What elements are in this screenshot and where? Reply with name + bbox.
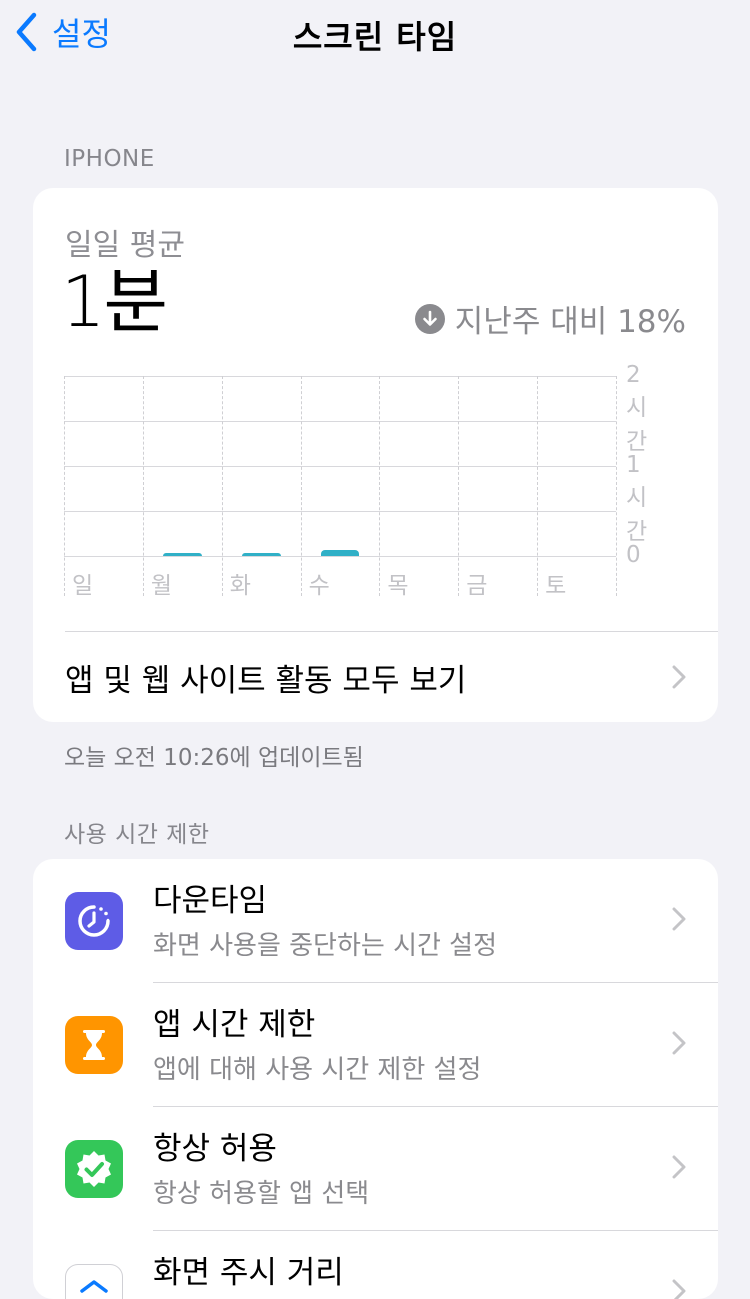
always-allowed-subtitle: 항상 허용할 앱 선택 (153, 1179, 370, 1209)
chart-gridline (64, 511, 616, 512)
chart-bar (320, 549, 360, 556)
comparison-text: 지난주 대비 18% (454, 304, 686, 340)
show-all-activity-label: 앱 및 웹 사이트 활동 모두 보기 (65, 662, 467, 699)
always-allowed-title: 항상 허용 (153, 1131, 277, 1167)
app-limits-subtitle: 앱에 대해 사용 시간 제한 설정 (153, 1055, 482, 1085)
chart-gridline (64, 556, 616, 557)
weekly-comparison: 지난주 대비 18% (414, 296, 686, 341)
always-allowed-row[interactable]: 항상 허용 항상 허용할 앱 선택 (33, 1107, 718, 1231)
chart-gridline (64, 421, 616, 422)
chart-column-line (300, 376, 302, 596)
x-tick-label: 토 (545, 573, 567, 599)
hourglass-icon (65, 1016, 123, 1074)
chart-column-line (142, 376, 144, 596)
chart-gridline (64, 466, 616, 467)
chart-gridline (64, 376, 616, 377)
app-limits-title: 앱 시간 제한 (153, 1007, 316, 1043)
chart-column-line (221, 376, 223, 596)
chevron-right-icon (672, 665, 686, 689)
x-tick-label: 화 (229, 573, 251, 599)
y-tick-label: 2시간 (626, 362, 648, 455)
downtime-icon (65, 892, 123, 950)
x-tick-label: 월 (150, 573, 173, 599)
screen-distance-icon (65, 1264, 123, 1299)
daily-average-value: 1분 (61, 261, 168, 343)
last-updated-text: 오늘 오전 10:26에 업데이트됨 (64, 745, 364, 771)
x-tick-label: 목 (387, 573, 409, 599)
navigation-bar: 설정 스크린 타임 (0, 0, 750, 64)
screen-distance-row[interactable]: 화면 주시 거리 (33, 1231, 718, 1299)
downtime-title: 다운타임 (153, 883, 268, 919)
y-tick-label: 1시간 (626, 452, 648, 545)
chart-column-line (537, 376, 539, 596)
x-tick-label: 일 (72, 573, 94, 599)
chart-column-line (616, 376, 617, 596)
checkmark-seal-icon (65, 1140, 123, 1198)
chart-column-line (458, 376, 460, 596)
page-title: 스크린 타임 (292, 18, 458, 56)
downtime-subtitle: 화면 사용을 중단하는 시간 설정 (153, 931, 498, 961)
daily-average-label: 일일 평균 (65, 228, 185, 263)
chart-bar (241, 553, 281, 556)
app-limits-row[interactable]: 앱 시간 제한 앱에 대해 사용 시간 제한 설정 (33, 983, 718, 1107)
downtime-row[interactable]: 다운타임 화면 사용을 중단하는 시간 설정 (33, 859, 718, 983)
chart-column-line (64, 376, 65, 596)
x-tick-label: 수 (308, 573, 330, 599)
screen-distance-title: 화면 주시 거리 (153, 1255, 344, 1291)
limits-list: 다운타임 화면 사용을 중단하는 시간 설정 앱 시간 제한 앱에 대해 사용 … (33, 859, 718, 1299)
show-all-activity-row[interactable]: 앱 및 웹 사이트 활동 모두 보기 (33, 632, 718, 722)
chevron-right-icon (672, 1031, 686, 1055)
chevron-right-icon (672, 1155, 686, 1179)
y-tick-label: 0 (626, 542, 641, 568)
chevron-right-icon (672, 907, 686, 931)
chart-column-line (379, 376, 381, 596)
arrow-down-circle-icon (414, 303, 445, 334)
chevron-right-icon (672, 1279, 686, 1299)
limits-section-header: 사용 시간 제한 (64, 822, 210, 848)
iphone-section-header: IPHONE (64, 146, 155, 172)
chart-bar (162, 553, 202, 556)
x-tick-label: 금 (466, 573, 488, 599)
usage-summary-card: 일일 평균 1분 지난주 대비 18% 2시간 1시간 0 일 월 화 수 목 금 토 앱 및 웹… (33, 188, 718, 722)
